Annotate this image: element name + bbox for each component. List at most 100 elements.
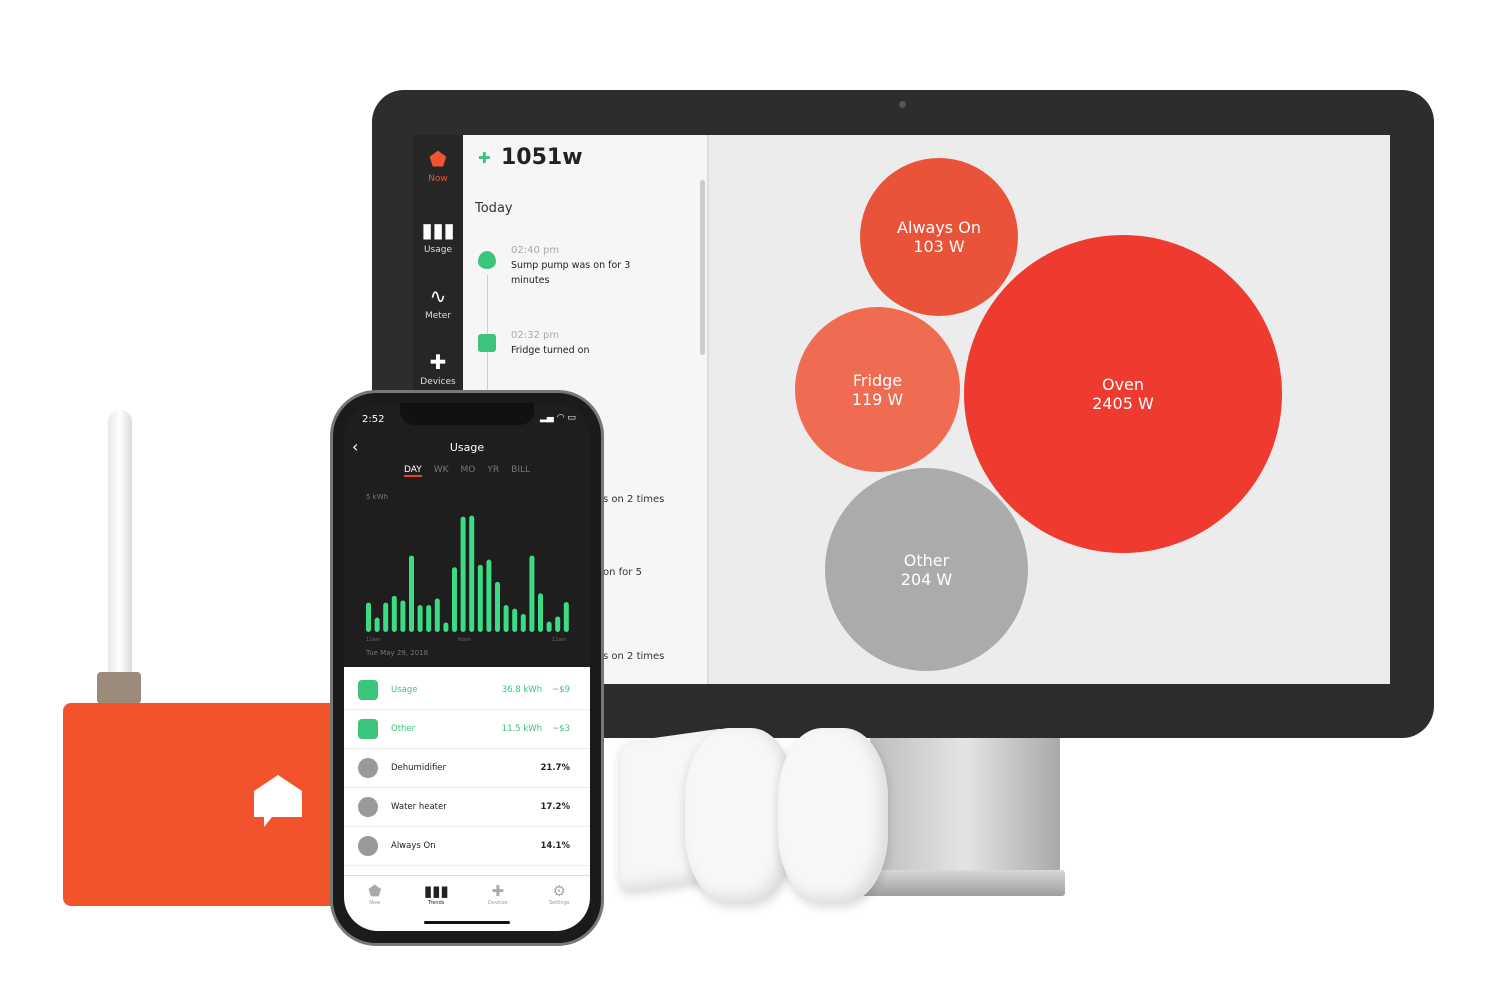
- bar-chart-icon: ▮▮▮: [423, 882, 449, 900]
- home-icon: ⬟: [368, 882, 382, 900]
- event-item[interactable]: 02:32 pm Fridge turned on: [511, 328, 641, 358]
- usage-list: Usage 36.8 kWh ~$9 Other 11.5 kWh ~$3 Dehumidi…: [344, 667, 590, 877]
- bubble-other[interactable]: Other 204 W: [825, 468, 1028, 671]
- home-icon: ⬟: [429, 147, 447, 171]
- tabbar-settings[interactable]: ⚙ Settings: [529, 876, 591, 931]
- chart-bar[interactable]: [477, 564, 483, 632]
- sidebar-item-devices[interactable]: ✚ Devices: [413, 350, 463, 387]
- chart-bar[interactable]: [391, 595, 397, 632]
- chart-bar[interactable]: [460, 516, 466, 632]
- chart-bar[interactable]: [452, 567, 457, 632]
- list-cost: ~$3: [552, 724, 570, 734]
- webcam: [899, 101, 906, 108]
- event-text-partial: on for 5: [603, 567, 642, 578]
- x-tick: Noon: [458, 637, 471, 643]
- chart-bar[interactable]: [469, 515, 475, 632]
- sidebar-item-usage[interactable]: ▮▮▮ Usage: [413, 218, 463, 255]
- phone-app: 2:52 ▂▄ ◠ ▭ ‹ Usage DAY WK MO YR BILL 5 …: [344, 403, 590, 931]
- tab-bill[interactable]: BILL: [511, 465, 530, 477]
- tab-wk[interactable]: WK: [434, 465, 449, 477]
- tabbar-label: Trends: [428, 900, 445, 906]
- current-sensor-clamp: [778, 728, 888, 903]
- water-drop-icon: [478, 251, 496, 269]
- bubble-fridge[interactable]: Fridge 119 W: [795, 307, 960, 472]
- x-tick: 12am: [552, 637, 566, 643]
- tab-day[interactable]: DAY: [403, 465, 422, 477]
- bubble-label: Other: [903, 550, 950, 570]
- chart-bar[interactable]: [512, 608, 518, 632]
- phone-notch: [400, 403, 534, 425]
- chart-bar[interactable]: [374, 617, 380, 632]
- chart-bar[interactable]: [555, 616, 561, 632]
- sidebar-label: Meter: [424, 311, 452, 321]
- bar-chart-icon: ▮▮▮: [421, 218, 455, 242]
- sidebar-item-meter[interactable]: ∿ Meter: [413, 284, 463, 321]
- bubble-value: 103 W: [913, 237, 965, 256]
- x-tick: 12am: [366, 637, 380, 643]
- list-item[interactable]: Usage 36.8 kWh ~$9: [344, 671, 590, 710]
- chart-bar[interactable]: [400, 600, 406, 632]
- chart-bar[interactable]: [486, 559, 492, 632]
- tab-yr[interactable]: YR: [487, 465, 499, 477]
- list-label: Dehumidifier: [391, 763, 447, 773]
- chart-date: Tue May 29, 2018: [365, 649, 428, 657]
- range-tabs: DAY WK MO YR BILL: [344, 465, 590, 477]
- chart-bar[interactable]: [495, 581, 500, 632]
- scrollbar[interactable]: [700, 180, 705, 355]
- plug-icon: ✚: [429, 350, 447, 374]
- chart-bar[interactable]: [546, 621, 552, 632]
- list-value: 17.2%: [540, 802, 571, 812]
- hub-logo-icon: [254, 775, 302, 827]
- usage-chart: 5 kWh 12am Noon 12am Tue May 29, 2018: [365, 493, 569, 657]
- event-text-partial: s on 2 times: [603, 651, 665, 662]
- tabbar-now[interactable]: ⬟ Now: [344, 876, 406, 931]
- chart-bar[interactable]: [538, 593, 543, 632]
- chart-bar[interactable]: [529, 555, 535, 632]
- sidebar-item-now[interactable]: ⬟ Now: [413, 147, 463, 184]
- chart-bar[interactable]: [443, 622, 449, 632]
- bubble-label: Oven: [1101, 375, 1145, 394]
- event-time: 02:40 pm: [511, 245, 560, 256]
- list-item[interactable]: Always On 14.1%: [344, 827, 590, 866]
- tabbar-label: Now: [369, 900, 381, 906]
- monitor-stand: [870, 737, 1060, 877]
- bubble-oven[interactable]: Oven 2405 W: [964, 235, 1282, 553]
- pulse-icon: ∿: [429, 284, 447, 308]
- bubble-always-on[interactable]: Always On 103 W: [860, 158, 1018, 316]
- tabbar-label: Settings: [548, 900, 570, 906]
- status-icons: ▂▄ ◠ ▭: [540, 413, 576, 423]
- home-icon: [358, 719, 378, 739]
- tab-mo[interactable]: MO: [461, 465, 476, 477]
- event-text: Sump pump was on for 3 minutes: [511, 260, 631, 286]
- fridge-icon: [478, 334, 496, 352]
- list-cost: ~$9: [552, 685, 570, 695]
- sidebar-label: Usage: [423, 245, 453, 255]
- chart-bar[interactable]: [366, 602, 371, 632]
- antenna-connector: [97, 672, 141, 704]
- chart-bar[interactable]: [409, 555, 414, 632]
- chart-bar[interactable]: [520, 614, 526, 632]
- chart-bar[interactable]: [417, 605, 423, 632]
- dehumidifier-icon: [358, 758, 378, 778]
- chart-bar[interactable]: [426, 605, 432, 632]
- current-power: 1051w: [501, 145, 583, 170]
- chart-bar[interactable]: [383, 602, 389, 632]
- list-value: 11.5 kWh: [501, 724, 543, 734]
- plug-icon: ✚: [491, 882, 505, 900]
- list-item[interactable]: Water heater 17.2%: [344, 788, 590, 827]
- chart-bar[interactable]: [434, 598, 440, 632]
- plug-icon: ✚: [478, 149, 491, 167]
- list-label: Other: [391, 724, 416, 734]
- event-item[interactable]: 02:40 pm Sump pump was on for 3 minutes: [511, 243, 641, 288]
- list-item[interactable]: Other 11.5 kWh ~$3: [344, 710, 590, 749]
- event-time: 02:32 pm: [511, 330, 560, 341]
- list-value: 21.7%: [540, 763, 571, 773]
- sidebar-label: Devices: [420, 377, 456, 387]
- sidebar-label: Now: [428, 174, 448, 184]
- bubble-label: Always On: [897, 218, 981, 237]
- bubble-value: 2405 W: [1092, 394, 1154, 413]
- list-item[interactable]: Dehumidifier 21.7%: [344, 749, 590, 788]
- water-drop-icon: [358, 797, 378, 817]
- chart-bar[interactable]: [503, 605, 509, 632]
- chart-bar[interactable]: [563, 602, 569, 632]
